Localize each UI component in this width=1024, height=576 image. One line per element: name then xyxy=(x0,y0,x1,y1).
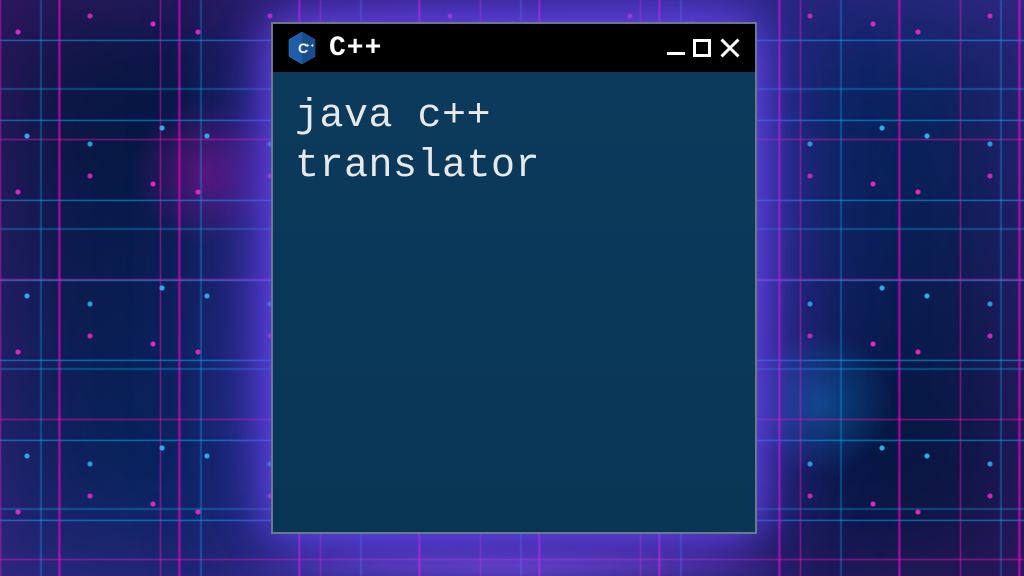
cpp-logo-icon: C + + xyxy=(287,31,317,65)
minimize-button[interactable] xyxy=(667,42,685,55)
titlebar[interactable]: C + + C++ xyxy=(273,24,755,72)
close-button[interactable] xyxy=(719,37,741,59)
app-window: C + + C++ java c++ translator xyxy=(271,22,757,534)
svg-text:+: + xyxy=(306,44,310,50)
minimize-icon xyxy=(667,52,685,55)
maximize-button[interactable] xyxy=(693,39,711,57)
content-text: java c++ translator xyxy=(295,92,733,192)
window-controls xyxy=(667,37,741,59)
maximize-icon xyxy=(693,39,711,57)
close-icon xyxy=(719,37,741,59)
window-title: C++ xyxy=(329,33,655,64)
bottom-glow xyxy=(200,546,824,576)
window-body: java c++ translator xyxy=(273,72,755,532)
svg-text:+: + xyxy=(311,44,315,50)
